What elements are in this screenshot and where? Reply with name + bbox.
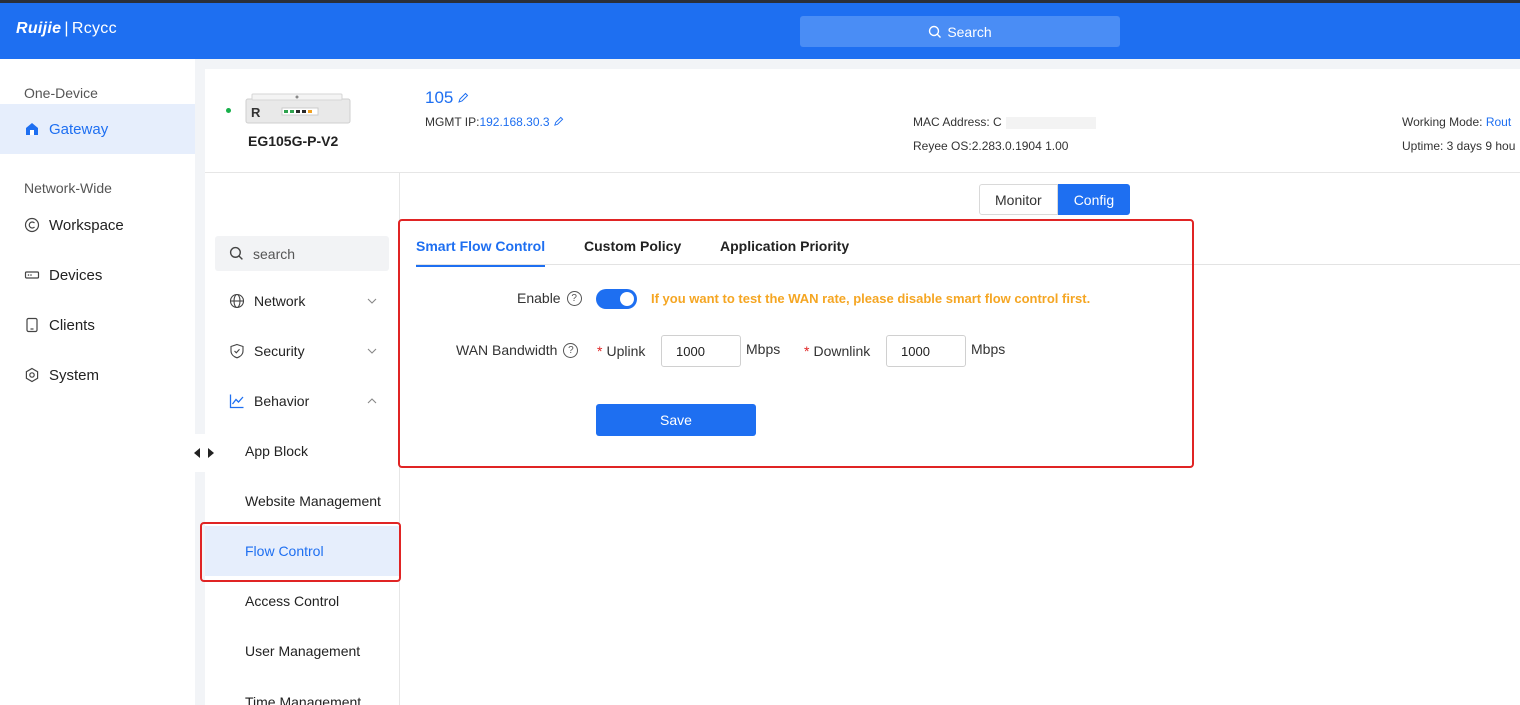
globe-icon [229,293,245,309]
tab-smart-flow-control[interactable]: Smart Flow Control [416,238,546,267]
mode-switch: Monitor Config [979,184,1131,215]
help-question-icon[interactable]: ? [566,290,582,306]
working-mode: Working Mode: Rout [1402,115,1511,129]
submenu-behavior[interactable]: Behavior [205,376,400,426]
mgmt-ip-label: MGMT IP: [425,115,480,129]
brand-sub: Rcycc [71,20,117,37]
main-panel: R EG105G-P-V2 105 MGMT IP:192.168.30.3 M… [205,69,1520,705]
downlink-input[interactable] [886,335,966,367]
downlink-unit: Mbps [971,341,1006,357]
arrow-right-icon[interactable] [207,448,215,458]
chevron-up-icon [367,398,377,404]
brand-name: Ruijie [16,20,62,37]
nav-item-label: System [49,366,100,384]
submenu-flow-control[interactable]: Flow Control [205,526,400,576]
nav-section-one-device: One-Device [24,85,98,101]
search-icon [929,25,942,38]
arrow-left-icon[interactable] [193,448,201,458]
help-question-icon[interactable]: ? [563,342,579,358]
downlink-label-row: * Downlink [804,343,870,359]
nav-section-network-wide: Network-Wide [24,180,112,196]
shield-icon [230,343,244,359]
submenu-access-control[interactable]: Access Control [205,576,400,626]
mac-address-label: MAC Address: C [913,115,1002,129]
online-status-dot [226,108,231,113]
edit-pencil-icon[interactable] [457,92,469,104]
submenu-time-management[interactable]: Time Management [205,676,400,705]
search-icon [229,246,243,260]
submenu-app-block[interactable]: App Block [205,426,400,476]
tab-custom-policy[interactable]: Custom Policy [584,238,681,265]
sidebar-collapse-handle[interactable] [186,434,222,472]
save-button[interactable]: Save [596,404,756,436]
submenu-security[interactable]: Security [205,326,400,376]
submenu-label: Network [254,293,306,309]
submenu-label: Security [254,343,305,359]
wan-rate-warning: If you want to test the WAN rate, please… [651,291,1091,306]
nav-item-system[interactable]: System [0,350,195,400]
submenu-label: Behavior [254,393,310,409]
nav-item-label: Devices [49,266,103,284]
nav-item-label: Clients [49,316,95,334]
device-image-label: R [251,105,261,120]
device-info-panel: R EG105G-P-V2 105 MGMT IP:192.168.30.3 M… [205,69,1520,173]
submenu-website-management[interactable]: Website Management [205,476,400,526]
chart-line-icon [229,394,244,409]
nav-item-devices[interactable]: Devices [0,250,195,300]
nav-item-workspace[interactable]: Workspace [0,200,195,250]
wan-bandwidth-label-row: WAN Bandwidth ? [456,342,579,358]
required-mark: * [597,343,603,359]
toggle-knob [620,292,634,306]
mac-address: MAC Address: C [913,115,1096,129]
left-nav: One-Device Gateway Network-Wide Workspac… [0,59,195,705]
nav-item-label: Workspace [49,216,124,234]
top-bar: Ruijie | Rcycc Search [0,0,1520,59]
chevron-down-icon [367,298,377,304]
tab-application-priority[interactable]: Application Priority [720,238,849,265]
submenu-label: Time Management [245,694,362,705]
home-icon [26,123,38,135]
mac-address-redacted [1005,116,1096,129]
required-mark: * [804,343,810,359]
submenu-user-management[interactable]: User Management [205,626,400,676]
flow-control-tabs: Smart Flow Control Custom Policy Applica… [416,232,1520,267]
os-version: Reyee OS:2.283.0.1904 1.00 [913,139,1069,153]
enable-label: Enable [517,290,561,306]
workspace-icon [24,217,40,233]
submenu-network[interactable]: Network [205,276,400,326]
uplink-label-row: * Uplink [597,343,645,359]
device-name-text: 105 [425,88,454,107]
wan-bandwidth-label: WAN Bandwidth [456,342,558,358]
global-search-label: Search [947,23,992,40]
working-mode-label: Working Mode: [1402,115,1486,129]
downlink-label: Downlink [813,343,871,359]
global-search-button[interactable]: Search [800,16,1120,47]
devices-icon [24,271,40,279]
uptime: Uptime: 3 days 9 hou [1402,139,1516,153]
brand-logo[interactable]: Ruijie | Rcycc [16,20,117,38]
config-button[interactable]: Config [1057,184,1131,215]
mgmt-ip-row: MGMT IP:192.168.30.3 [425,115,564,129]
device-name[interactable]: 105 [425,88,469,108]
nav-item-clients[interactable]: Clients [0,300,195,350]
chevron-down-icon [367,348,377,354]
edit-pencil-icon[interactable] [553,116,564,127]
enable-label-row: Enable ? [517,290,582,306]
uplink-unit: Mbps [746,341,781,357]
nav-item-label: Gateway [49,120,109,138]
enable-toggle[interactable] [596,289,637,309]
monitor-button[interactable]: Monitor [979,184,1058,215]
brand-separator: | [64,20,69,37]
mgmt-ip-link[interactable]: 192.168.30.3 [479,115,549,129]
submenu-search-input[interactable]: search [215,236,389,271]
uplink-label: Uplink [606,343,646,359]
clients-icon [26,317,38,333]
submenu-search-placeholder: search [253,245,296,262]
device-model: EG105G-P-V2 [248,133,339,149]
config-submenu: search Network Security Behavior App Blo… [205,173,400,705]
system-gear-icon [25,367,39,383]
uplink-input[interactable] [661,335,741,367]
working-mode-link[interactable]: Rout [1486,115,1511,129]
nav-item-gateway[interactable]: Gateway [0,104,195,154]
